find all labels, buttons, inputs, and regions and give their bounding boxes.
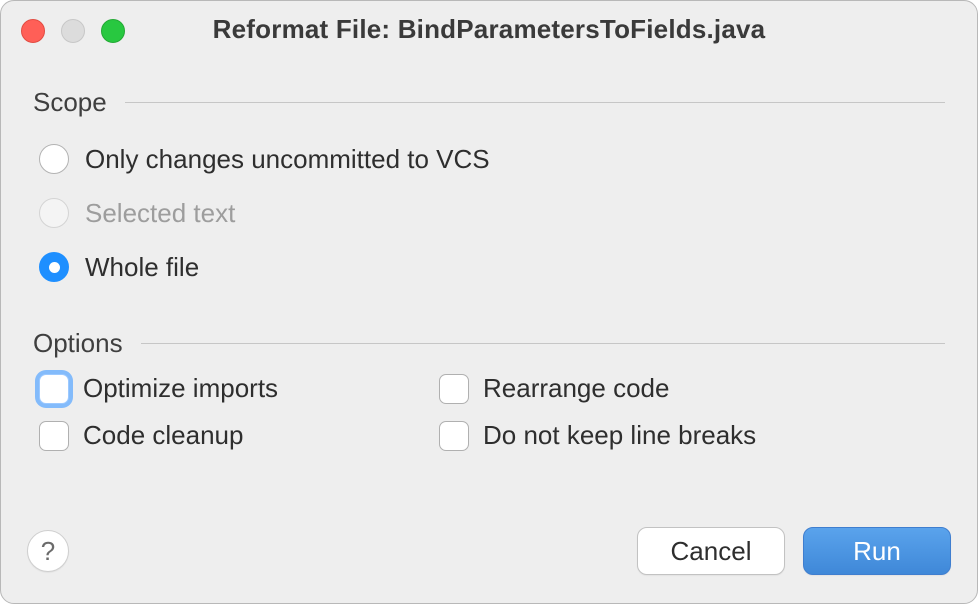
scope-section-header: Scope (33, 87, 945, 118)
dialog-footer: ? Cancel Run (1, 517, 977, 603)
radio-label: Whole file (85, 252, 199, 283)
scope-option-whole-file[interactable]: Whole file (39, 240, 945, 294)
scope-label: Scope (33, 87, 125, 118)
help-button[interactable]: ? (27, 530, 69, 572)
minimize-window-icon (61, 19, 85, 43)
window-controls (21, 19, 125, 43)
checkbox-label: Rearrange code (483, 373, 669, 404)
checkbox-label: Code cleanup (83, 420, 243, 451)
close-window-icon[interactable] (21, 19, 45, 43)
radio-label: Selected text (85, 198, 235, 229)
divider (141, 343, 945, 344)
scope-option-selected-text: Selected text (39, 186, 945, 240)
option-optimize-imports[interactable]: Optimize imports (39, 373, 439, 404)
button-label: Run (853, 536, 901, 567)
scope-option-vcs-changes[interactable]: Only changes uncommitted to VCS (39, 132, 945, 186)
cancel-button[interactable]: Cancel (637, 527, 785, 575)
options-label: Options (33, 328, 141, 359)
run-button[interactable]: Run (803, 527, 951, 575)
option-code-cleanup[interactable]: Code cleanup (39, 420, 439, 451)
scope-radio-group: Only changes uncommitted to VCS Selected… (33, 132, 945, 294)
titlebar: Reformat File: BindParametersToFields.ja… (1, 1, 977, 57)
radio-icon (39, 144, 69, 174)
checkbox-icon (39, 421, 69, 451)
checkbox-icon (39, 374, 69, 404)
option-keep-line-breaks[interactable]: Do not keep line breaks (439, 420, 945, 451)
checkbox-icon (439, 374, 469, 404)
options-checkbox-grid: Optimize imports Rearrange code Code cle… (33, 373, 945, 451)
dialog-body: Scope Only changes uncommitted to VCS Se… (1, 57, 977, 451)
button-label: Cancel (671, 536, 752, 567)
checkbox-label: Optimize imports (83, 373, 278, 404)
reformat-file-dialog: Reformat File: BindParametersToFields.ja… (0, 0, 978, 604)
radio-icon (39, 252, 69, 282)
checkbox-icon (439, 421, 469, 451)
help-icon: ? (41, 536, 55, 567)
divider (125, 102, 945, 103)
radio-label: Only changes uncommitted to VCS (85, 144, 490, 175)
checkbox-label: Do not keep line breaks (483, 420, 756, 451)
zoom-window-icon[interactable] (101, 19, 125, 43)
radio-icon (39, 198, 69, 228)
option-rearrange-code[interactable]: Rearrange code (439, 373, 945, 404)
options-section-header: Options (33, 328, 945, 359)
dialog-title: Reformat File: BindParametersToFields.ja… (213, 14, 766, 45)
